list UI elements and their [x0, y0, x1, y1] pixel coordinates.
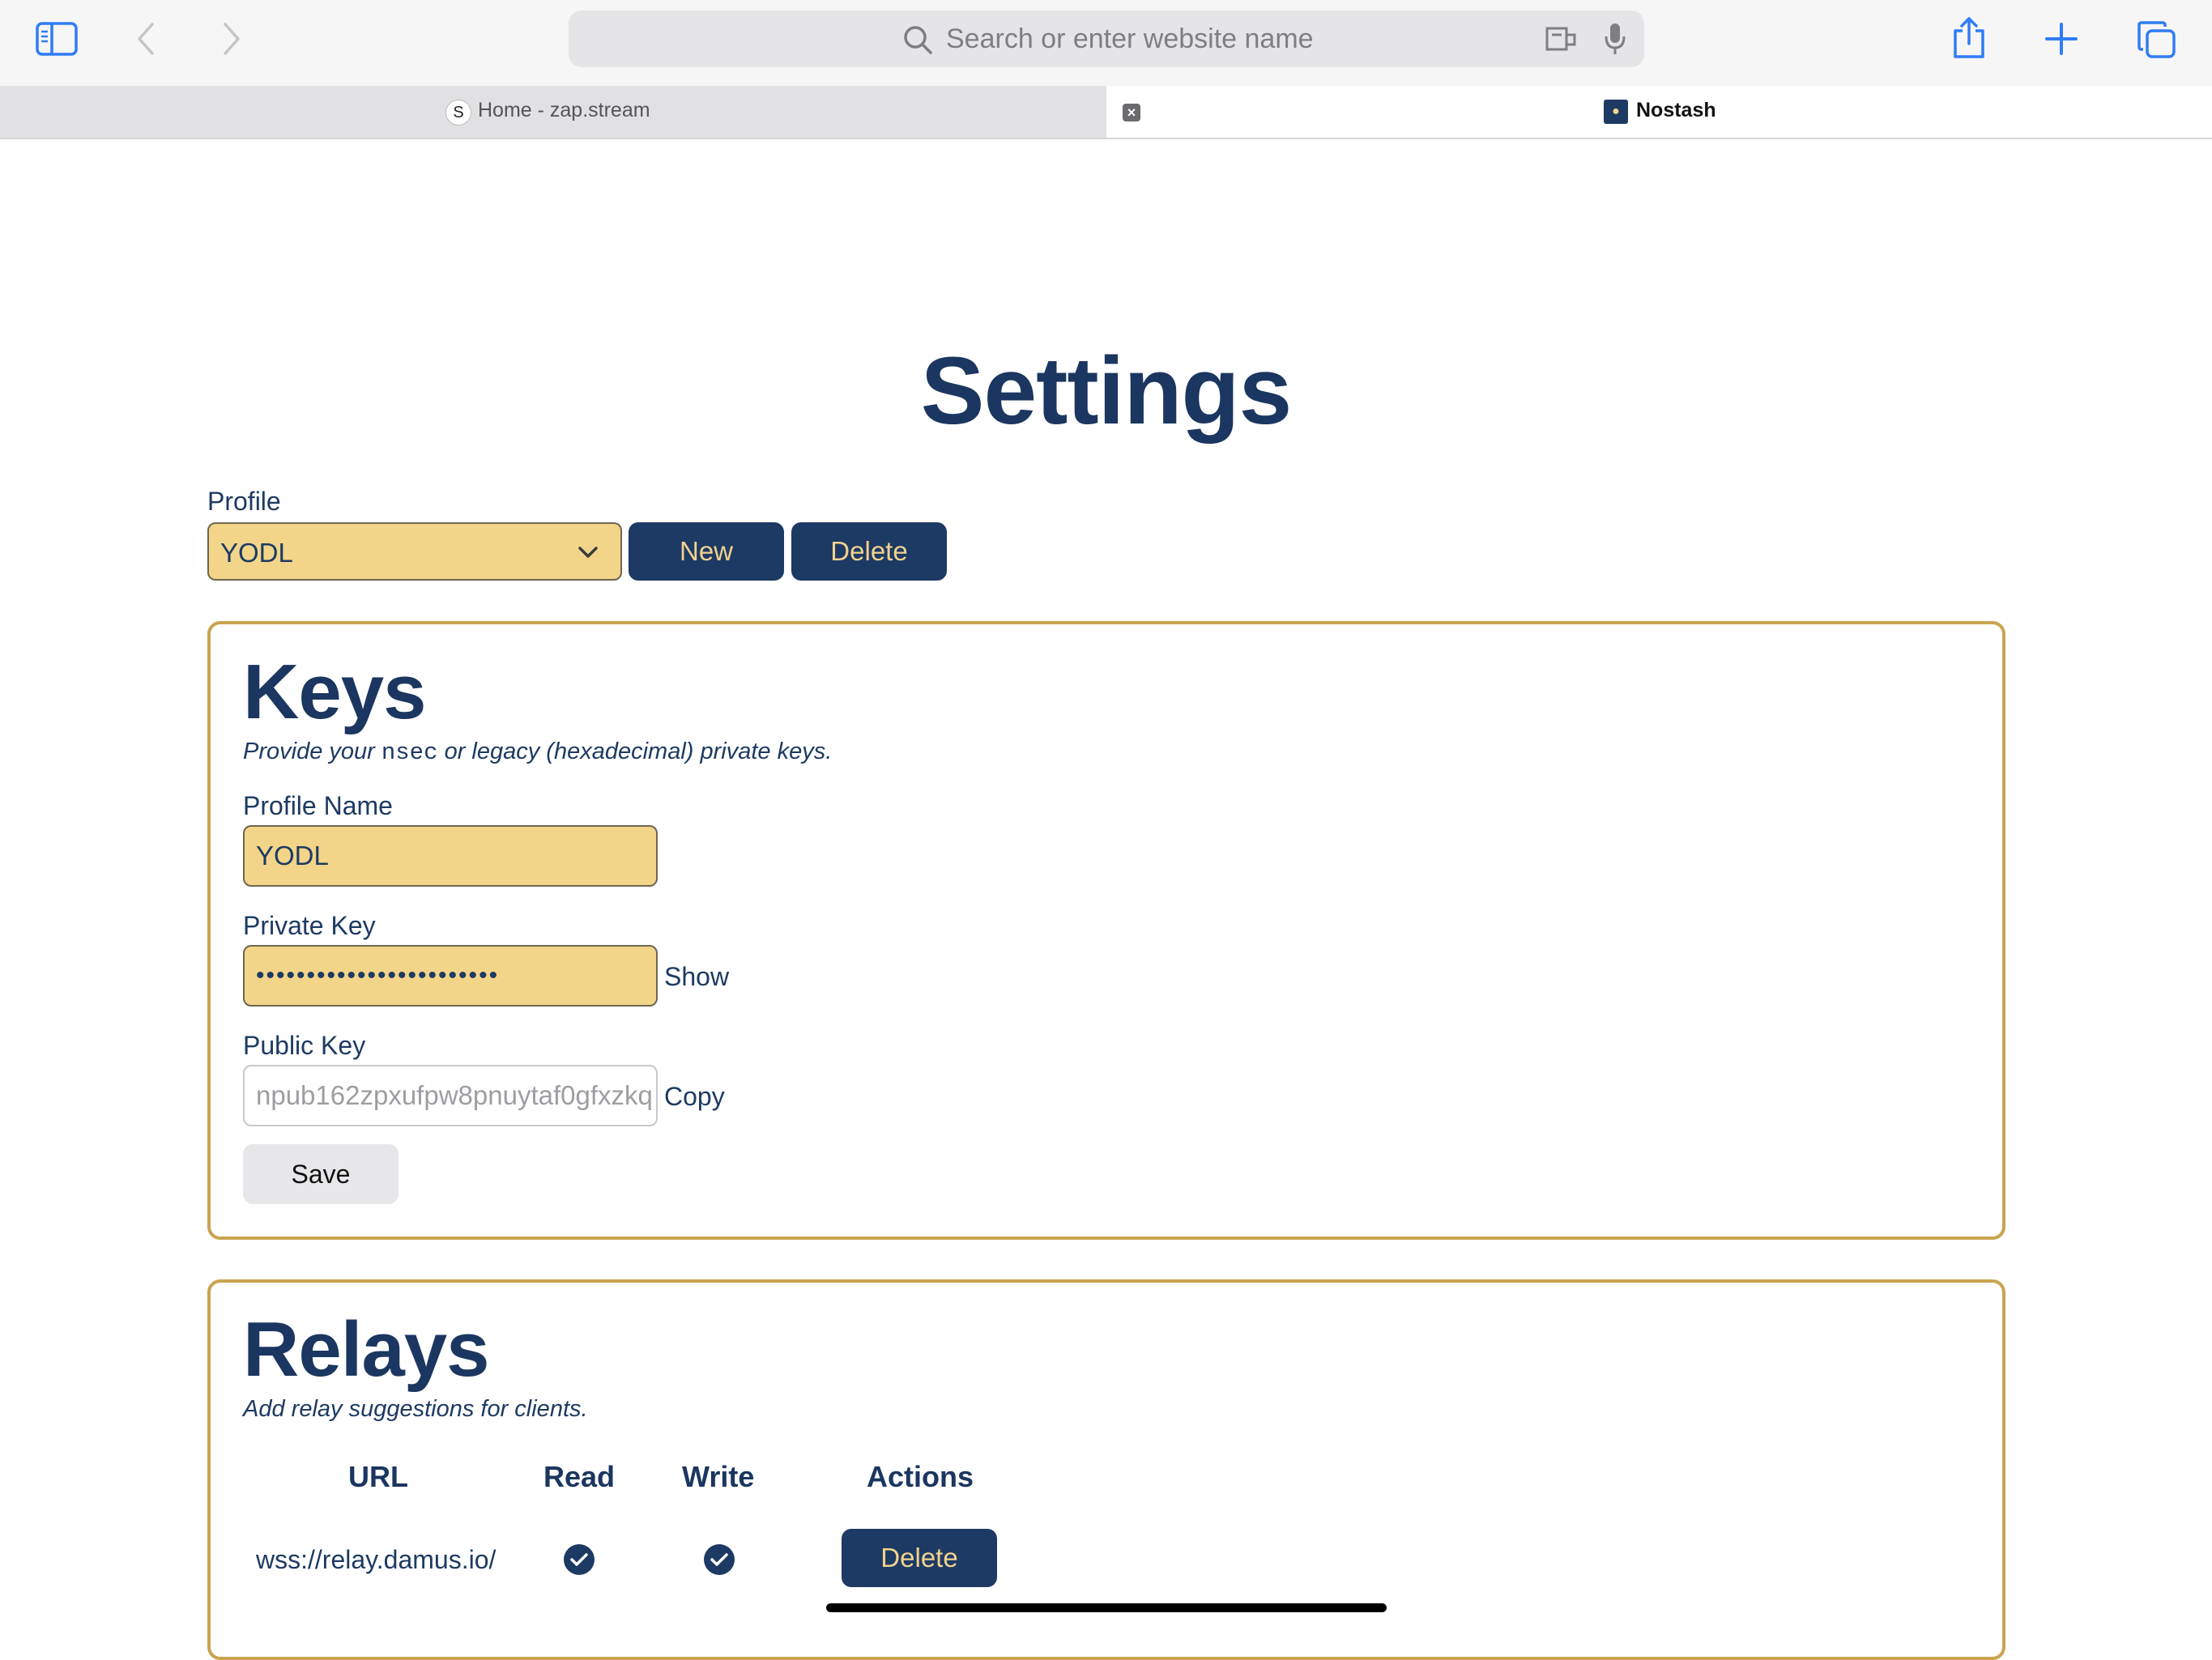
relay-url: wss://relay.damus.io/ [256, 1545, 497, 1574]
profile-select[interactable]: YODL [207, 522, 622, 581]
relays-heading: Relays [243, 1306, 490, 1393]
tab-home-zap-stream[interactable]: S Home - zap.stream [0, 86, 1106, 138]
search-icon [902, 24, 933, 55]
new-tab-icon[interactable] [2044, 22, 2078, 56]
tab-overview-icon[interactable] [2137, 20, 2177, 59]
profile-name-label: Profile Name [243, 791, 393, 820]
profile-select-value: YODL [220, 538, 293, 568]
show-key-button[interactable]: Show [664, 962, 729, 992]
back-icon[interactable] [136, 22, 156, 56]
private-key-label: Private Key [243, 911, 376, 940]
page-title: Settings [920, 338, 1293, 445]
public-key-field[interactable]: npub162zpxufpw8pnuytaf0gfxzkq [243, 1065, 658, 1126]
keys-subtitle-text: Provide your [243, 738, 375, 764]
delete-profile-button[interactable]: Delete [791, 522, 947, 581]
public-key-label: Public Key [243, 1031, 366, 1060]
forward-icon[interactable] [222, 22, 241, 56]
zap-favicon-icon: S [445, 100, 471, 126]
nostash-favicon-icon: ● [1604, 100, 1628, 124]
microphone-icon[interactable] [1604, 22, 1626, 56]
keys-card [207, 621, 2005, 1240]
tab-title: Nostash [1636, 99, 1716, 121]
new-profile-button[interactable]: New [629, 522, 784, 581]
sidebar-icon[interactable] [36, 21, 78, 57]
keys-subtitle: Provide your nsec or legacy (hexadecimal… [243, 738, 832, 766]
column-header-write: Write [682, 1460, 755, 1493]
copy-key-button[interactable]: Copy [664, 1082, 725, 1112]
home-indicator [826, 1603, 1387, 1612]
delete-relay-button[interactable]: Delete [842, 1529, 997, 1587]
browser-toolbar: Search or enter website name [0, 0, 2212, 86]
private-key-input[interactable]: •••••••••••••••••••••••• [243, 945, 658, 1007]
profile-name-input[interactable]: YODL [243, 825, 658, 887]
tab-title: Home - zap.stream [478, 99, 650, 121]
reader-icon[interactable] [1544, 25, 1579, 54]
chevron-down-icon [577, 540, 599, 568]
column-header-read: Read [543, 1460, 616, 1493]
address-placeholder: Search or enter website name [946, 23, 1314, 54]
share-icon[interactable] [1952, 16, 1986, 60]
nsec-code: nsec [381, 739, 438, 766]
tab-nostash[interactable]: ● Nostash [1106, 86, 2212, 138]
read-checked-icon[interactable] [563, 1543, 595, 1576]
column-header-url: URL [348, 1460, 408, 1493]
address-bar[interactable]: Search or enter website name [569, 11, 1644, 67]
write-checked-icon[interactable] [703, 1543, 735, 1576]
keys-subtitle-text: or legacy (hexadecimal) private keys. [444, 738, 833, 764]
relays-subtitle: Add relay suggestions for clients. [243, 1396, 588, 1422]
save-button[interactable]: Save [243, 1144, 399, 1204]
profile-label: Profile [207, 487, 281, 516]
tab-bar: S Home - zap.stream × ● Nostash [0, 86, 2212, 139]
column-header-actions: Actions [867, 1460, 974, 1493]
keys-heading: Keys [243, 649, 426, 735]
